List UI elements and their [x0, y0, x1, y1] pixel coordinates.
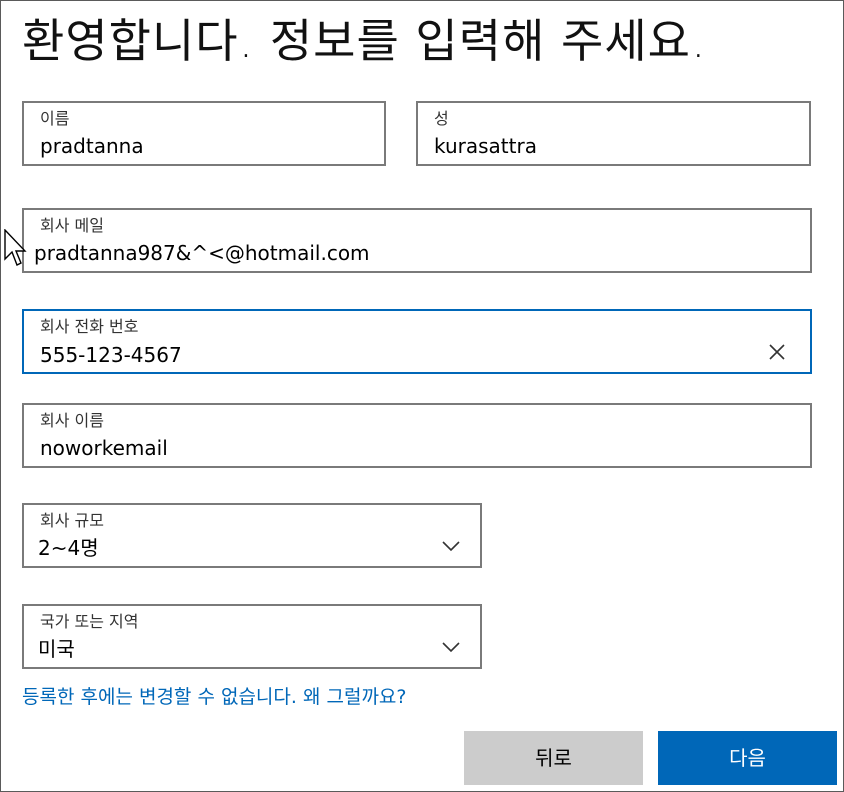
country-value: 미국	[38, 637, 75, 661]
company-size-dropdown[interactable]: 회사 규모 2~4명	[22, 503, 482, 568]
why-cannot-change-link[interactable]: 등록한 후에는 변경할 수 없습니다. 왜 그럴까요?	[22, 684, 406, 710]
country-dropdown[interactable]: 국가 또는 지역 미국	[22, 604, 482, 669]
work-phone-label: 회사 전화 번호	[40, 317, 139, 336]
company-size-value: 2~4명	[38, 536, 99, 560]
work-phone-value[interactable]: 555-123-4567	[40, 342, 182, 368]
work-email-label: 회사 메일	[40, 216, 104, 235]
first-name-value[interactable]: pradtanna	[40, 133, 144, 159]
work-phone-field[interactable]: 회사 전화 번호 555-123-4567	[22, 309, 812, 374]
company-name-value[interactable]: noworkemail	[40, 435, 168, 461]
last-name-field[interactable]: 성 kurasattra	[416, 101, 811, 166]
next-button[interactable]: 다음	[658, 731, 837, 785]
company-name-label: 회사 이름	[40, 411, 104, 430]
work-email-value[interactable]: pradtanna987&^<@hotmail.com	[34, 240, 370, 266]
last-name-label: 성	[434, 109, 449, 128]
chevron-down-icon[interactable]	[440, 636, 462, 658]
first-name-field[interactable]: 이름 pradtanna	[22, 101, 386, 166]
company-size-label: 회사 규모	[40, 511, 104, 530]
country-label: 국가 또는 지역	[40, 612, 139, 631]
work-email-field[interactable]: 회사 메일 pradtanna987&^<@hotmail.com	[22, 208, 812, 273]
close-icon[interactable]	[766, 341, 788, 363]
chevron-down-icon[interactable]	[440, 535, 462, 557]
last-name-value[interactable]: kurasattra	[434, 133, 537, 159]
company-name-field[interactable]: 회사 이름 noworkemail	[22, 403, 812, 468]
page-title: 환영합니다. 정보를 입력해 주세요.	[22, 14, 707, 68]
back-button[interactable]: 뒤로	[464, 731, 643, 785]
first-name-label: 이름	[40, 109, 70, 128]
mouse-pointer-icon	[4, 229, 27, 266]
